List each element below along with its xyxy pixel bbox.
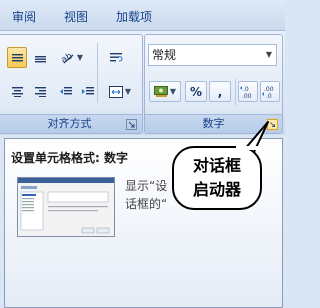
- wrap-text-button[interactable]: [105, 47, 127, 68]
- callout-line2: 启动器: [192, 180, 241, 199]
- alignment-dialog-launcher-icon[interactable]: [126, 119, 137, 130]
- merge-cells-icon: [108, 85, 123, 98]
- separator: [235, 79, 236, 105]
- merge-center-button[interactable]: ▼: [105, 81, 135, 102]
- comma-style-button[interactable]: ,: [209, 81, 231, 102]
- svg-text:.0: .0: [266, 93, 272, 100]
- align-center-icon: [11, 87, 23, 97]
- alignment-group-label: 对齐方式: [0, 114, 142, 133]
- align-right-button[interactable]: [30, 81, 50, 102]
- accounting-format-button[interactable]: ▼: [149, 81, 181, 102]
- dialog-launcher-callout: 对话框 启动器: [172, 146, 262, 210]
- increase-decimal-icon: .0 .00: [240, 85, 252, 100]
- svg-text:ab: ab: [61, 51, 75, 64]
- chevron-down-icon: ▼: [265, 50, 272, 59]
- number-format-dropdown[interactable]: 常规 ▼: [148, 44, 277, 66]
- decrease-indent-button[interactable]: [55, 81, 75, 102]
- orientation-button[interactable]: ab ▼: [57, 47, 87, 68]
- wrap-text-icon: [109, 53, 123, 62]
- number-group: 常规 ▼ ▼ % , .0 .00 .00 .0 数字: [144, 34, 283, 134]
- chevron-down-icon: ▼: [124, 87, 132, 96]
- decrease-indent-icon: [59, 87, 72, 95]
- increase-decimal-button[interactable]: .0 .00: [238, 81, 258, 102]
- callout-line1: 对话框: [192, 156, 241, 175]
- percent-style-button[interactable]: %: [185, 81, 207, 102]
- chevron-down-icon: ▼: [76, 53, 84, 62]
- text-orientation-icon: ab: [61, 51, 75, 64]
- align-bottom-button[interactable]: [30, 47, 50, 68]
- number-format-value: 常规: [152, 48, 177, 62]
- tooltip-text-line1: 显示“设: [125, 179, 168, 193]
- currency-icon: [153, 86, 168, 97]
- align-bottom-icon: [34, 56, 46, 63]
- svg-text:.00: .00: [264, 86, 274, 93]
- svg-text:.0: .0: [243, 86, 249, 93]
- align-center-button[interactable]: [7, 81, 27, 102]
- svg-text:.00: .00: [242, 93, 252, 100]
- align-right-icon: [34, 87, 46, 97]
- increase-indent-button[interactable]: [77, 81, 97, 102]
- format-cells-dialog-thumbnail: [17, 177, 115, 237]
- decrease-decimal-button[interactable]: .00 .0: [260, 81, 280, 102]
- chevron-down-icon: ▼: [169, 87, 177, 96]
- increase-indent-icon: [81, 87, 94, 95]
- tab-addins[interactable]: 加载项: [116, 8, 152, 25]
- decrease-decimal-icon: .00 .0: [262, 86, 274, 100]
- align-middle-icon: [11, 54, 23, 62]
- ribbon-tab-bar: 审阅 视图 加载项: [0, 0, 285, 31]
- tab-view[interactable]: 视图: [64, 8, 88, 25]
- tooltip-text-line2: 话框的“: [125, 197, 168, 211]
- tab-review[interactable]: 审阅: [12, 8, 36, 25]
- tooltip-title: 设置单元格格式: 数字: [11, 151, 128, 165]
- callout-joint: [236, 146, 258, 150]
- dialog-preview-image: [18, 178, 114, 234]
- alignment-group: ab ▼ ▼ 对齐方式: [0, 34, 143, 134]
- align-middle-button[interactable]: [7, 47, 27, 68]
- separator: [97, 43, 98, 103]
